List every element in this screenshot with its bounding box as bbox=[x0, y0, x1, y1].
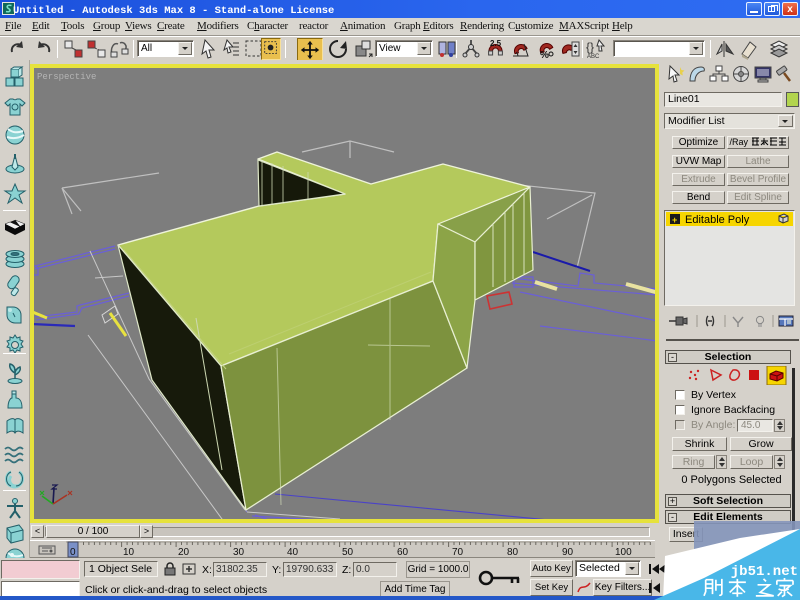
svg-text:40: 40 bbox=[287, 547, 299, 558]
svg-text:0: 0 bbox=[70, 547, 76, 558]
svg-text:Perspective: Perspective bbox=[37, 72, 96, 82]
svg-text:80: 80 bbox=[507, 547, 519, 558]
svg-text:10: 10 bbox=[123, 547, 135, 558]
svg-text:60: 60 bbox=[397, 547, 409, 558]
svg-text:30: 30 bbox=[233, 547, 245, 558]
svg-text:{}: {} bbox=[586, 40, 594, 54]
svg-text:%: % bbox=[540, 50, 549, 60]
svg-text:20: 20 bbox=[178, 547, 190, 558]
svg-text:jb51.net: jb51.net bbox=[731, 564, 798, 580]
svg-text:2.5: 2.5 bbox=[490, 39, 502, 48]
svg-text:90: 90 bbox=[562, 547, 574, 558]
svg-text:70: 70 bbox=[452, 547, 464, 558]
svg-text:50: 50 bbox=[342, 547, 354, 558]
